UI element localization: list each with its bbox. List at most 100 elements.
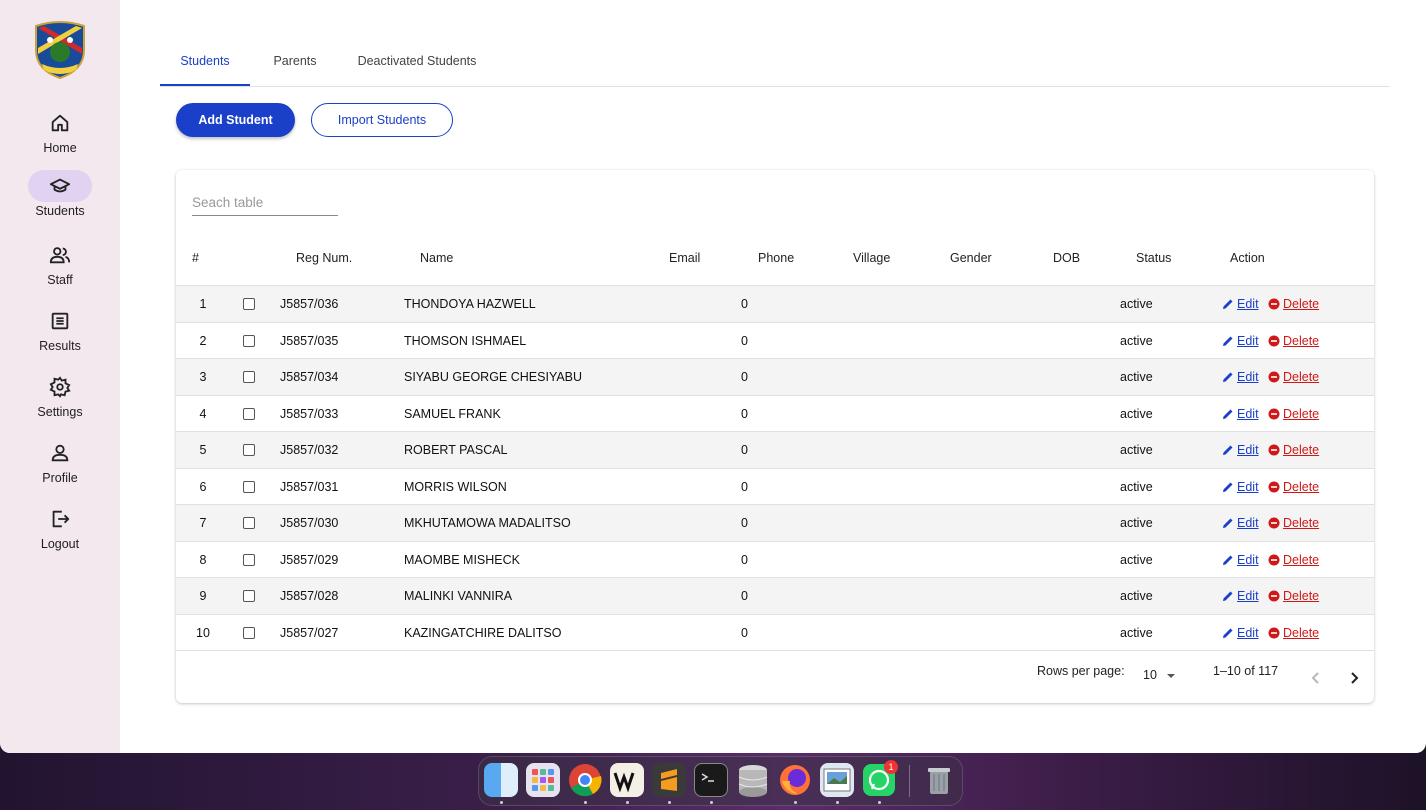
edit-label: Edit xyxy=(1237,625,1259,640)
phone-cell: 0 xyxy=(741,479,748,494)
preview-icon[interactable] xyxy=(820,763,854,797)
delete-button[interactable]: Delete xyxy=(1268,323,1319,359)
delete-button[interactable]: Delete xyxy=(1268,469,1319,505)
status-cell: active xyxy=(1120,443,1153,457)
edit-label: Edit xyxy=(1237,589,1259,603)
chevron-left-icon[interactable] xyxy=(1308,670,1324,686)
row-checkbox[interactable] xyxy=(243,517,255,529)
delete-button[interactable]: Delete xyxy=(1268,542,1319,578)
delete-button[interactable]: Delete xyxy=(1268,615,1319,651)
row-checkbox[interactable] xyxy=(243,371,255,383)
whatsapp-icon[interactable]: 1 xyxy=(862,760,898,797)
edit-button[interactable]: Edit xyxy=(1222,286,1259,322)
delete-label: Delete xyxy=(1283,443,1320,457)
remove-circle-icon xyxy=(1268,517,1280,529)
sublime-icon[interactable] xyxy=(652,763,686,797)
row-checkbox[interactable] xyxy=(243,480,255,493)
column-header-status[interactable]: Status xyxy=(1136,251,1171,265)
edit-button[interactable]: Edit xyxy=(1222,615,1259,651)
add-student-button[interactable]: Add Student xyxy=(176,103,295,137)
dock-divider xyxy=(909,765,910,797)
tab-parents[interactable]: Parents xyxy=(258,40,332,86)
remove-circle-icon xyxy=(1268,481,1280,492)
row-checkbox[interactable] xyxy=(243,553,255,566)
tab-students[interactable]: Students xyxy=(160,40,250,86)
row-checkbox[interactable] xyxy=(243,444,255,456)
sidebar-item-settings[interactable]: Settings xyxy=(0,371,120,429)
delete-button[interactable]: Delete xyxy=(1268,432,1319,468)
edit-button[interactable]: Edit xyxy=(1222,469,1259,505)
search-input[interactable] xyxy=(192,190,338,216)
status-cell: active xyxy=(1120,370,1153,384)
sidebar-item-profile[interactable]: Profile xyxy=(0,437,120,495)
school-logo xyxy=(32,20,88,80)
rows-per-page-select[interactable]: 10 xyxy=(1138,668,1182,688)
running-indicator xyxy=(584,801,587,804)
notification-badge: 1 xyxy=(884,760,898,774)
list-icon xyxy=(28,305,92,337)
firefox-icon[interactable] xyxy=(778,763,812,797)
column-header-name[interactable]: Name xyxy=(420,251,453,265)
person-icon xyxy=(28,437,92,469)
status-cell: active xyxy=(1120,406,1153,421)
column-header-dob[interactable]: DOB xyxy=(1053,251,1080,265)
name-cell: SAMUEL FRANK xyxy=(404,406,501,421)
trash-icon[interactable] xyxy=(922,763,956,797)
database-icon[interactable] xyxy=(736,763,770,797)
sidebar-item-home[interactable]: Home xyxy=(0,107,120,165)
column-header-gender[interactable]: Gender xyxy=(950,251,992,265)
edit-button[interactable]: Edit xyxy=(1222,359,1259,395)
tab-deactivated-students[interactable]: Deactivated Students xyxy=(346,40,488,86)
delete-button[interactable]: Delete xyxy=(1268,286,1319,322)
column-header-phone[interactable]: Phone xyxy=(758,251,794,265)
edit-button[interactable]: Edit xyxy=(1222,432,1259,468)
import-students-button[interactable]: Import Students xyxy=(311,103,453,137)
edit-button[interactable]: Edit xyxy=(1222,323,1259,359)
chevron-right-icon[interactable] xyxy=(1346,670,1362,686)
launchpad-icon[interactable] xyxy=(526,763,560,797)
name-cell: THOMSON ISHMAEL xyxy=(404,333,527,348)
edit-button[interactable]: Edit xyxy=(1222,396,1259,432)
name-cell: SIYABU GEORGE CHESIYABU xyxy=(404,370,583,384)
delete-button[interactable]: Delete xyxy=(1268,578,1319,614)
sidebar-item-label: Students xyxy=(35,204,85,218)
delete-button[interactable]: Delete xyxy=(1268,396,1319,432)
row-checkbox[interactable] xyxy=(243,590,255,602)
reg-number-cell: J5857/031 xyxy=(280,479,339,494)
delete-button[interactable]: Delete xyxy=(1268,505,1319,541)
edit-button[interactable]: Edit xyxy=(1222,505,1259,541)
sidebar-item-staff[interactable]: Staff xyxy=(0,239,120,297)
name-cell: ROBERT PASCAL xyxy=(404,443,508,457)
table-row: 3 J5857/034 SIYABU GEORGE CHESIYABU 0 active… xyxy=(176,358,1374,395)
table-row: 10 J5857/027 KAZINGATCHIRE DALITSO 0 active E… xyxy=(176,613,1374,651)
webstorm-icon[interactable] xyxy=(610,763,644,797)
row-checkbox[interactable] xyxy=(243,334,255,347)
row-checkbox[interactable] xyxy=(243,407,255,420)
pencil-icon xyxy=(1223,299,1233,309)
row-number: 3 xyxy=(199,370,207,384)
pencil-icon xyxy=(1223,518,1233,528)
sidebar-item-logout[interactable]: Logout xyxy=(0,503,120,561)
row-checkbox[interactable] xyxy=(243,626,255,639)
edit-button[interactable]: Edit xyxy=(1222,578,1259,614)
remove-circle-icon xyxy=(1268,371,1280,383)
edit-label: Edit xyxy=(1237,297,1259,311)
column-header-village[interactable]: Village xyxy=(853,251,890,265)
remove-circle-icon xyxy=(1268,298,1280,310)
terminal-icon[interactable] xyxy=(694,763,728,797)
edit-button[interactable]: Edit xyxy=(1222,542,1259,578)
logout-icon xyxy=(28,503,92,535)
row-number: 1 xyxy=(199,297,207,311)
graduation-cap-icon xyxy=(28,170,92,202)
column-header-reg[interactable]: Reg Num. xyxy=(296,251,352,265)
delete-button[interactable]: Delete xyxy=(1268,359,1319,395)
table-row: 9 J5857/028 MALINKI VANNIRA 0 active Edit Dele… xyxy=(176,577,1374,614)
students-table-card: # Reg Num. Name Email Phone Village Gend… xyxy=(176,170,1374,703)
sidebar-item-students[interactable]: Students xyxy=(0,170,120,228)
sidebar-item-results[interactable]: Results xyxy=(0,305,120,363)
row-checkbox[interactable] xyxy=(243,298,255,310)
chrome-icon[interactable] xyxy=(568,763,602,797)
finder-icon[interactable] xyxy=(484,763,518,797)
phone-cell: 0 xyxy=(741,589,748,603)
column-header-email[interactable]: Email xyxy=(669,251,700,265)
